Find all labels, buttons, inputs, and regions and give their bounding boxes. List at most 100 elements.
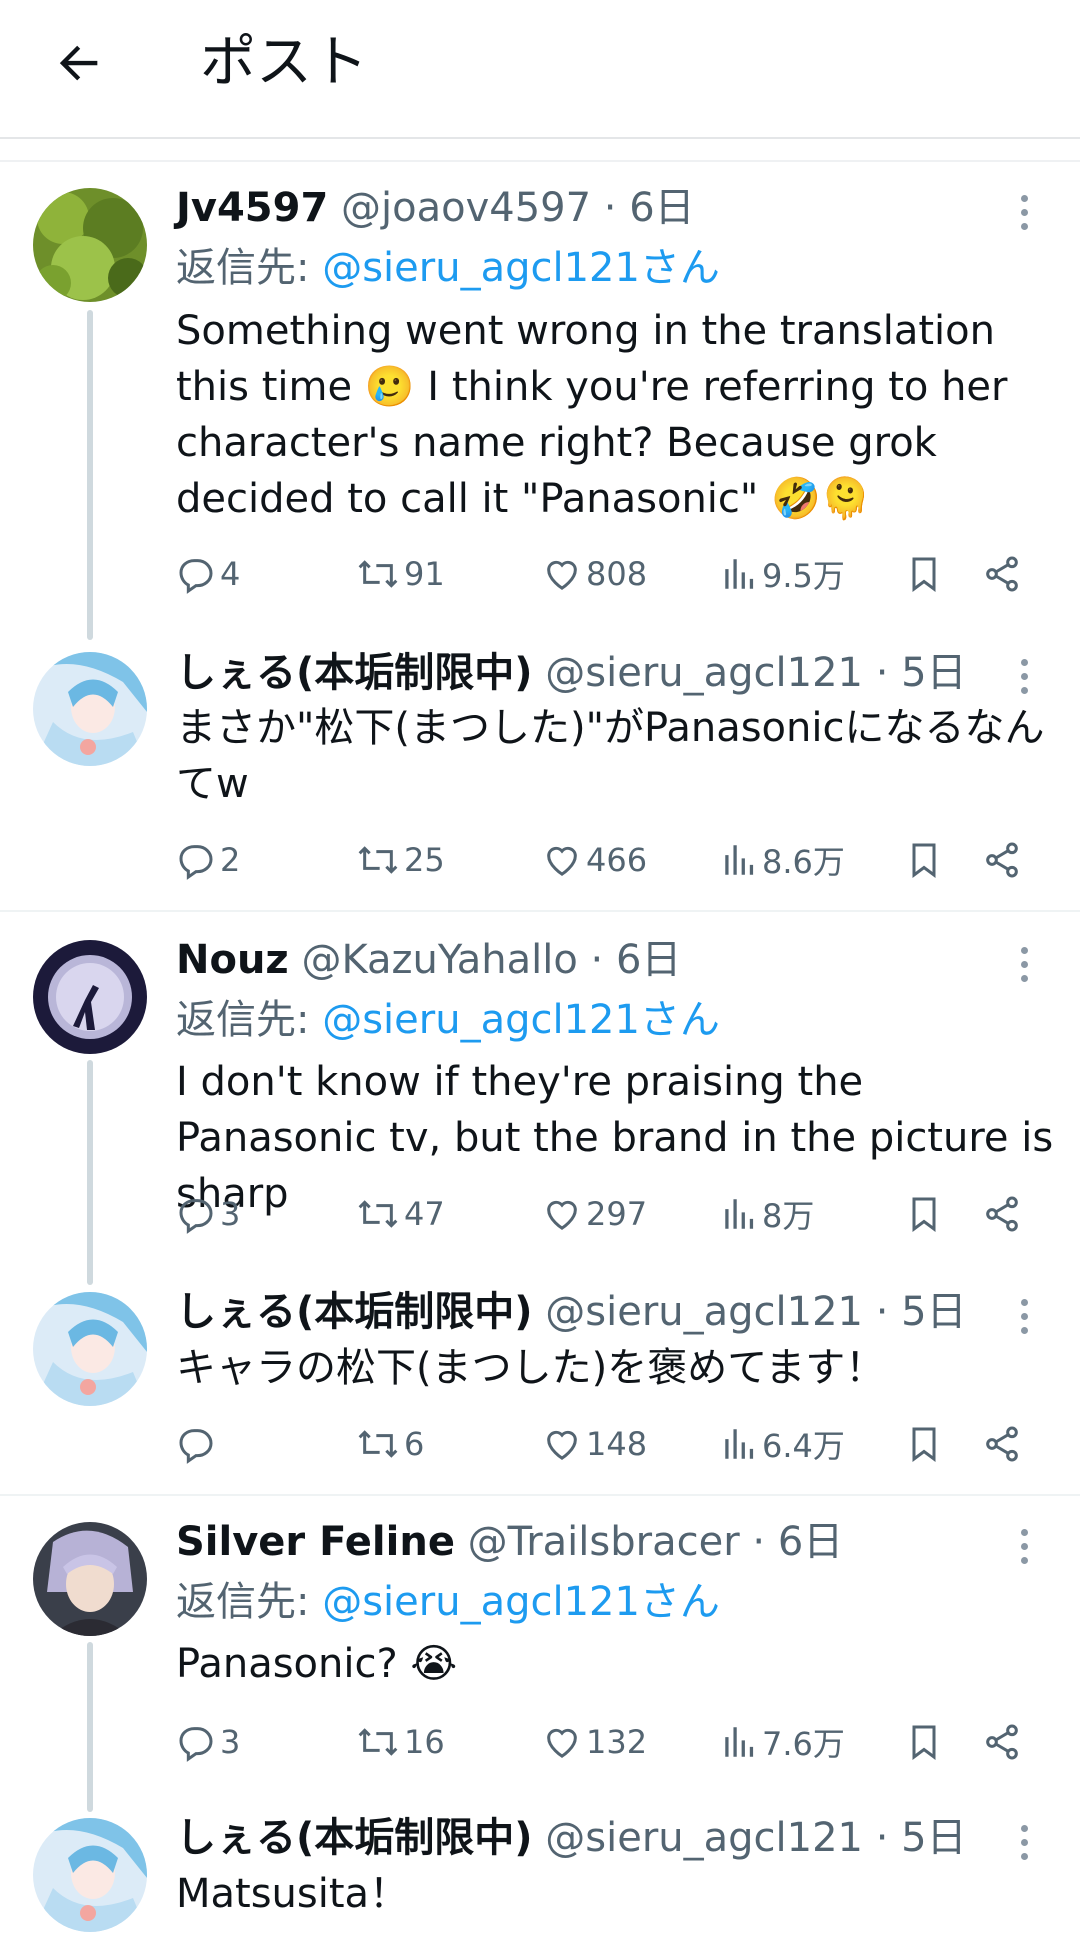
tweet-meta: しぇる(本垢制限中) @sieru_agcl121 · 5日 (176, 645, 967, 701)
share-button[interactable] (982, 832, 1022, 888)
views-icon (725, 845, 754, 875)
repost-button[interactable]: 91 (356, 546, 445, 602)
tweet-text: Panasonic? 😭 (176, 1641, 458, 1687)
more-options-button[interactable] (1010, 184, 1038, 240)
avatar[interactable] (33, 188, 147, 302)
display-name[interactable]: しぇる(本垢制限中) (176, 1815, 533, 1861)
reply-mention[interactable]: @sieru_agcl121さん (322, 1579, 720, 1625)
repost-count: 91 (404, 555, 445, 593)
display-name[interactable]: しぇる(本垢制限中) (176, 650, 533, 696)
avatar[interactable] (33, 1818, 147, 1932)
views-icon (725, 559, 754, 589)
share-button[interactable] (982, 1416, 1022, 1472)
share-icon (986, 556, 1018, 592)
avatar[interactable] (33, 1522, 147, 1636)
bookmark-button[interactable] (904, 832, 944, 888)
timestamp[interactable]: 5日 (901, 1289, 966, 1335)
more-options-button[interactable] (1010, 1288, 1038, 1344)
more-options-button[interactable] (1010, 1518, 1038, 1574)
share-button[interactable] (982, 546, 1022, 602)
repost-count: 47 (404, 1195, 445, 1233)
reply-mention[interactable]: @sieru_agcl121さん (322, 997, 720, 1043)
user-handle[interactable]: @sieru_agcl121 (545, 1815, 863, 1861)
bookmark-button[interactable] (904, 1416, 944, 1472)
more-options-button[interactable] (1010, 648, 1038, 704)
user-handle[interactable]: @sieru_agcl121 (545, 650, 863, 696)
more-options-button[interactable] (1010, 1814, 1038, 1870)
reply-button[interactable]: 3 (176, 1714, 240, 1770)
like-button[interactable]: 297 (542, 1186, 647, 1242)
reply-button[interactable] (176, 1416, 220, 1472)
thread-line (87, 310, 93, 640)
reply-button[interactable]: 3 (176, 1186, 240, 1242)
avatar[interactable] (33, 652, 147, 766)
reply-icon (179, 1727, 213, 1762)
reply-count: 3 (220, 1195, 241, 1233)
bookmark-icon (912, 1197, 936, 1232)
separator-dot: · (875, 650, 889, 696)
user-handle[interactable]: @joaov4597 (341, 185, 591, 231)
back-button[interactable] (50, 32, 110, 92)
timestamp[interactable]: 5日 (901, 650, 966, 696)
reply-button[interactable]: 2 (176, 832, 240, 888)
like-button[interactable]: 808 (542, 546, 647, 602)
display-name[interactable]: しぇる(本垢制限中) (176, 1289, 533, 1335)
views-button[interactable]: 6.4万 (722, 1416, 845, 1472)
reply-icon (179, 1429, 213, 1464)
bookmark-icon (912, 557, 936, 592)
more-options-button[interactable] (1010, 936, 1038, 992)
reply-button[interactable]: 4 (176, 546, 240, 602)
user-handle[interactable]: @Trailsbracer (468, 1519, 740, 1565)
separator-dot: · (603, 185, 617, 231)
tweet-text: Matsusita！ (176, 1871, 410, 1917)
repost-button[interactable]: 16 (356, 1714, 445, 1770)
separator-dot: · (875, 1289, 889, 1335)
user-handle[interactable]: @sieru_agcl121 (545, 1289, 863, 1335)
repost-button[interactable]: 6 (356, 1416, 424, 1472)
repost-count: 6 (404, 1425, 425, 1463)
share-button[interactable] (982, 1714, 1022, 1770)
bookmark-icon (912, 1725, 936, 1760)
bookmark-button[interactable] (904, 1714, 944, 1770)
timestamp[interactable]: 6日 (629, 185, 694, 231)
views-button[interactable]: 7.6万 (722, 1714, 845, 1770)
repost-icon (358, 1728, 398, 1756)
heart-icon (547, 560, 577, 590)
bookmark-button[interactable] (904, 1186, 944, 1242)
bookmark-button[interactable] (904, 546, 944, 602)
display-name[interactable]: Silver Feline (176, 1519, 455, 1565)
reply-icon (179, 845, 213, 880)
like-count: 466 (586, 841, 648, 879)
timestamp[interactable]: 6日 (616, 937, 681, 983)
timestamp[interactable]: 6日 (778, 1519, 843, 1565)
repost-button[interactable]: 25 (356, 832, 445, 888)
like-button[interactable]: 148 (542, 1416, 647, 1472)
action-bar: 3 16 132 7.6万 (176, 1714, 1036, 1770)
like-button[interactable]: 132 (542, 1714, 647, 1770)
timestamp[interactable]: 5日 (901, 1815, 966, 1861)
views-icon (725, 1199, 754, 1229)
share-button[interactable] (982, 1186, 1022, 1242)
share-icon (986, 1196, 1018, 1232)
like-button[interactable]: 466 (542, 832, 647, 888)
reply-mention[interactable]: @sieru_agcl121さん (322, 245, 720, 291)
avatar[interactable] (33, 940, 147, 1054)
repost-icon (358, 1430, 398, 1458)
views-button[interactable]: 9.5万 (722, 546, 845, 602)
tweet-text: キャラの松下(まつした)を褒めてます！ (176, 1345, 886, 1391)
avatar[interactable] (33, 1292, 147, 1406)
separator-dot: · (590, 937, 604, 983)
views-button[interactable]: 8万 (722, 1186, 814, 1242)
thread-line (87, 1642, 93, 1812)
repost-button[interactable]: 47 (356, 1186, 445, 1242)
reply-label: 返信先: (176, 245, 323, 291)
action-bar: 4 91 808 9.5万 (176, 546, 1036, 602)
user-handle[interactable]: @KazuYahallo (301, 937, 577, 983)
display-name[interactable]: Jv4597 (176, 185, 328, 231)
views-button[interactable]: 8.6万 (722, 832, 845, 888)
separator-dot: · (875, 1815, 889, 1861)
tweet-text: まさか"松下(まつした)"がPanasonicになるなんてw (176, 705, 1045, 807)
display-name[interactable]: Nouz (176, 937, 289, 983)
repost-icon (358, 846, 398, 874)
view-count: 8万 (762, 1197, 815, 1235)
